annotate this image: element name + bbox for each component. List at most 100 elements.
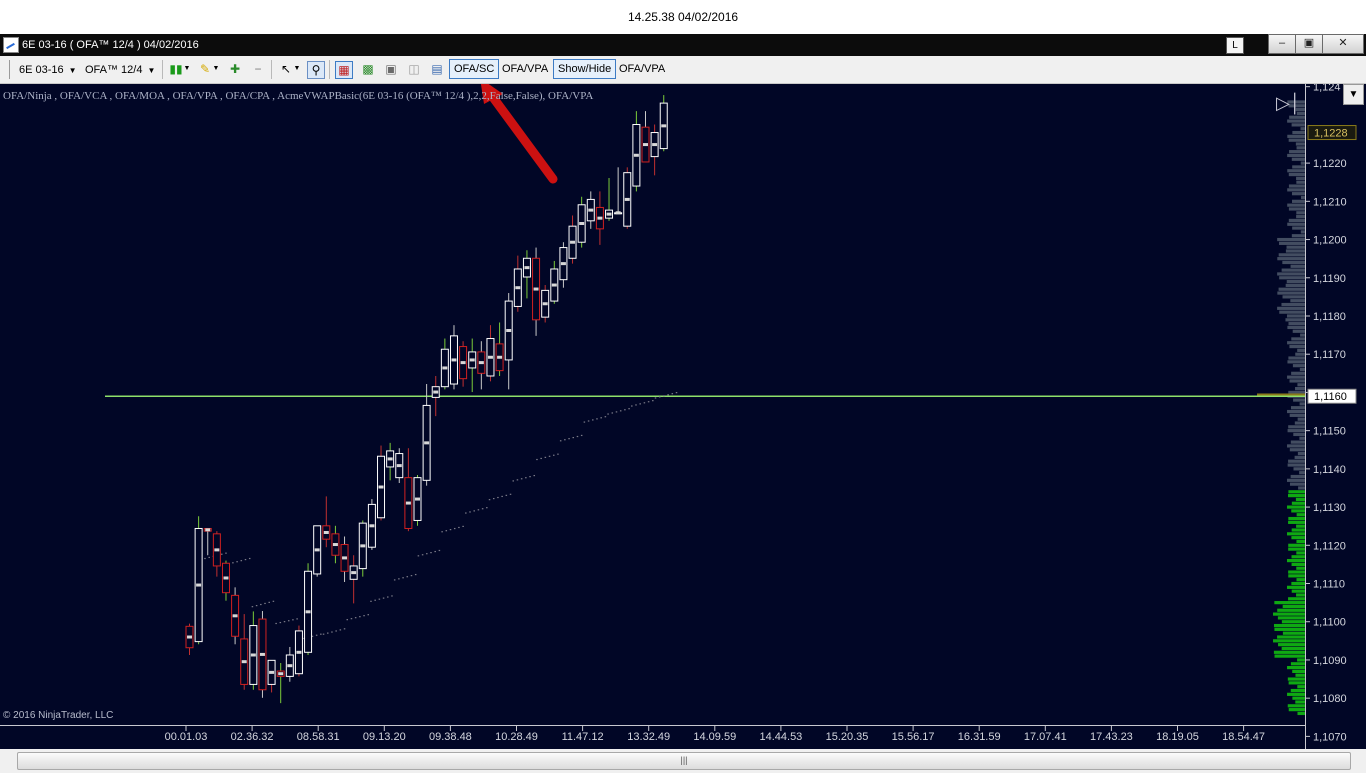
minimize-button[interactable]: –	[1268, 34, 1296, 54]
chart-style-icon[interactable]: ▩	[360, 61, 376, 77]
vwap-dot	[315, 634, 318, 636]
volume-profile-bar	[1290, 264, 1305, 268]
candle-poc	[469, 358, 475, 362]
data-box-icon[interactable]: ▤	[429, 61, 445, 77]
link-badge-button[interactable]: L	[1226, 37, 1244, 54]
volume-profile-bar	[1287, 134, 1305, 138]
volume-profile-bar	[1296, 211, 1305, 215]
volume-profile-bar	[1290, 299, 1305, 303]
period-selector[interactable]: OFA™ 12/4 ▼	[85, 60, 155, 80]
ofa-sc-button[interactable]: OFA/SC	[449, 59, 500, 79]
volume-profile-bar	[1285, 283, 1305, 288]
vwap-dot	[465, 512, 467, 514]
y-axis-tick-label: 1,1150	[1313, 426, 1346, 438]
ofa-vpa-button[interactable]: OFA/VPA	[498, 59, 552, 79]
candle-poc	[378, 485, 384, 489]
scroll-up-button[interactable]: ▼	[1343, 84, 1364, 105]
volume-profile-bar	[1296, 176, 1305, 180]
volume-profile-bar	[1287, 463, 1305, 467]
vwap-dot	[208, 556, 210, 559]
volume-profile-bar	[1274, 627, 1305, 631]
vwap-dot	[275, 622, 277, 625]
candle-poc	[259, 652, 265, 656]
close-button[interactable]: ✕	[1322, 34, 1364, 54]
vwap-dot	[544, 456, 547, 458]
volume-profile-bar	[1282, 295, 1305, 299]
volume-profile-bar	[1299, 367, 1305, 372]
properties-icon[interactable]: ◫	[406, 61, 422, 77]
vwap-dot	[667, 394, 669, 396]
vwap-dot	[481, 508, 484, 510]
ofa-vpa-button-2[interactable]: OFA/VPA	[615, 59, 669, 79]
volume-profile-bar	[1295, 142, 1305, 146]
volume-profile-bar	[1296, 146, 1305, 150]
sep	[329, 60, 330, 79]
volume-profile-bar	[1297, 417, 1305, 421]
volume-profile-bar	[1296, 180, 1305, 184]
volume-profile-bar	[1287, 429, 1305, 433]
volume-profile-bar	[1288, 543, 1305, 547]
restore-button[interactable]: ▣	[1295, 34, 1323, 54]
volume-profile-bar	[1296, 215, 1305, 219]
vwap-dot	[387, 596, 389, 598]
volume-profile-bar	[1288, 490, 1305, 494]
volume-profile-bar	[1297, 451, 1305, 456]
volume-profile-bar	[1292, 226, 1305, 230]
zoom-out-icon[interactable]: −	[250, 61, 266, 77]
chart-panel[interactable]: 1,1070 1,1080 1,1090 1,1100 1,1110 1,1120 1,11…	[0, 84, 1366, 749]
screenshot-icon[interactable]: ▣	[383, 61, 399, 77]
volume-profile-bar	[1297, 711, 1305, 716]
volume-profile-bar	[1288, 708, 1305, 712]
strategy-icon[interactable]: ▦	[335, 61, 353, 79]
volume-profile-bar	[1291, 234, 1305, 238]
horizontal-scrollbar[interactable]: |||	[0, 749, 1366, 773]
candle-poc	[278, 672, 284, 676]
scrollbar-thumb[interactable]: |||	[17, 752, 1351, 770]
x-axis-tick-label: 09.13.20	[363, 731, 406, 743]
volume-profile-bar	[1288, 516, 1305, 521]
vwap-dot	[363, 615, 365, 617]
vwap-dot	[631, 405, 633, 407]
pencil-icon[interactable]: ✎	[197, 61, 213, 77]
volume-profile-bar	[1287, 153, 1305, 158]
collapse-panel-icon[interactable]: ▷│	[1276, 93, 1301, 113]
volume-profile-bar	[1289, 448, 1305, 452]
chevron-down-icon[interactable]: ▼	[212, 61, 220, 77]
vwap-dot	[509, 493, 512, 495]
x-axis-tick-label: 11.47.12	[562, 731, 604, 743]
cursor-icon[interactable]: ↖	[278, 61, 294, 77]
volume-profile-bar	[1291, 199, 1305, 203]
zoom-in-icon[interactable]: ✚	[227, 61, 243, 77]
volume-profile-bar	[1300, 195, 1305, 200]
magnifier-icon[interactable]: ⚲	[307, 61, 325, 79]
instrument-selector[interactable]: 6E 03-16 ▼	[19, 60, 77, 80]
vwap-dot	[331, 631, 333, 633]
vwap-dot	[268, 601, 270, 603]
y-axis-tick-label: 1,124	[1313, 84, 1341, 94]
candlestick-icon[interactable]: ▮▮	[168, 61, 184, 77]
price-chart[interactable]: 1,1070 1,1080 1,1090 1,1100 1,1110 1,1120 1,11…	[0, 84, 1366, 749]
volume-profile-bar	[1288, 425, 1305, 429]
candle-poc	[415, 497, 420, 501]
candle-poc	[205, 528, 211, 532]
volume-profile-bar	[1277, 291, 1305, 295]
vwap-dot	[473, 510, 475, 512]
vwap-dot	[548, 455, 551, 457]
volume-profile-bar	[1286, 314, 1305, 318]
chart-background	[0, 84, 1366, 749]
chevron-down-icon: ▼	[147, 66, 156, 75]
vwap-dot	[580, 434, 583, 437]
volume-profile-bar	[1290, 688, 1305, 693]
vwap-dot	[421, 554, 424, 556]
candle-poc	[405, 501, 411, 505]
show-hide-button[interactable]: Show/Hide	[553, 59, 617, 79]
chevron-down-icon[interactable]: ▼	[183, 61, 191, 77]
vwap-dot	[516, 479, 519, 481]
vwap-dot	[675, 392, 678, 394]
chevron-down-icon[interactable]: ▼	[293, 61, 301, 77]
vwap-dot	[671, 393, 674, 395]
x-axis-tick-label: 15.56.17	[892, 731, 935, 743]
volume-profile-bar	[1282, 604, 1305, 609]
vwap-dot	[663, 395, 665, 397]
candle-poc	[442, 366, 448, 370]
